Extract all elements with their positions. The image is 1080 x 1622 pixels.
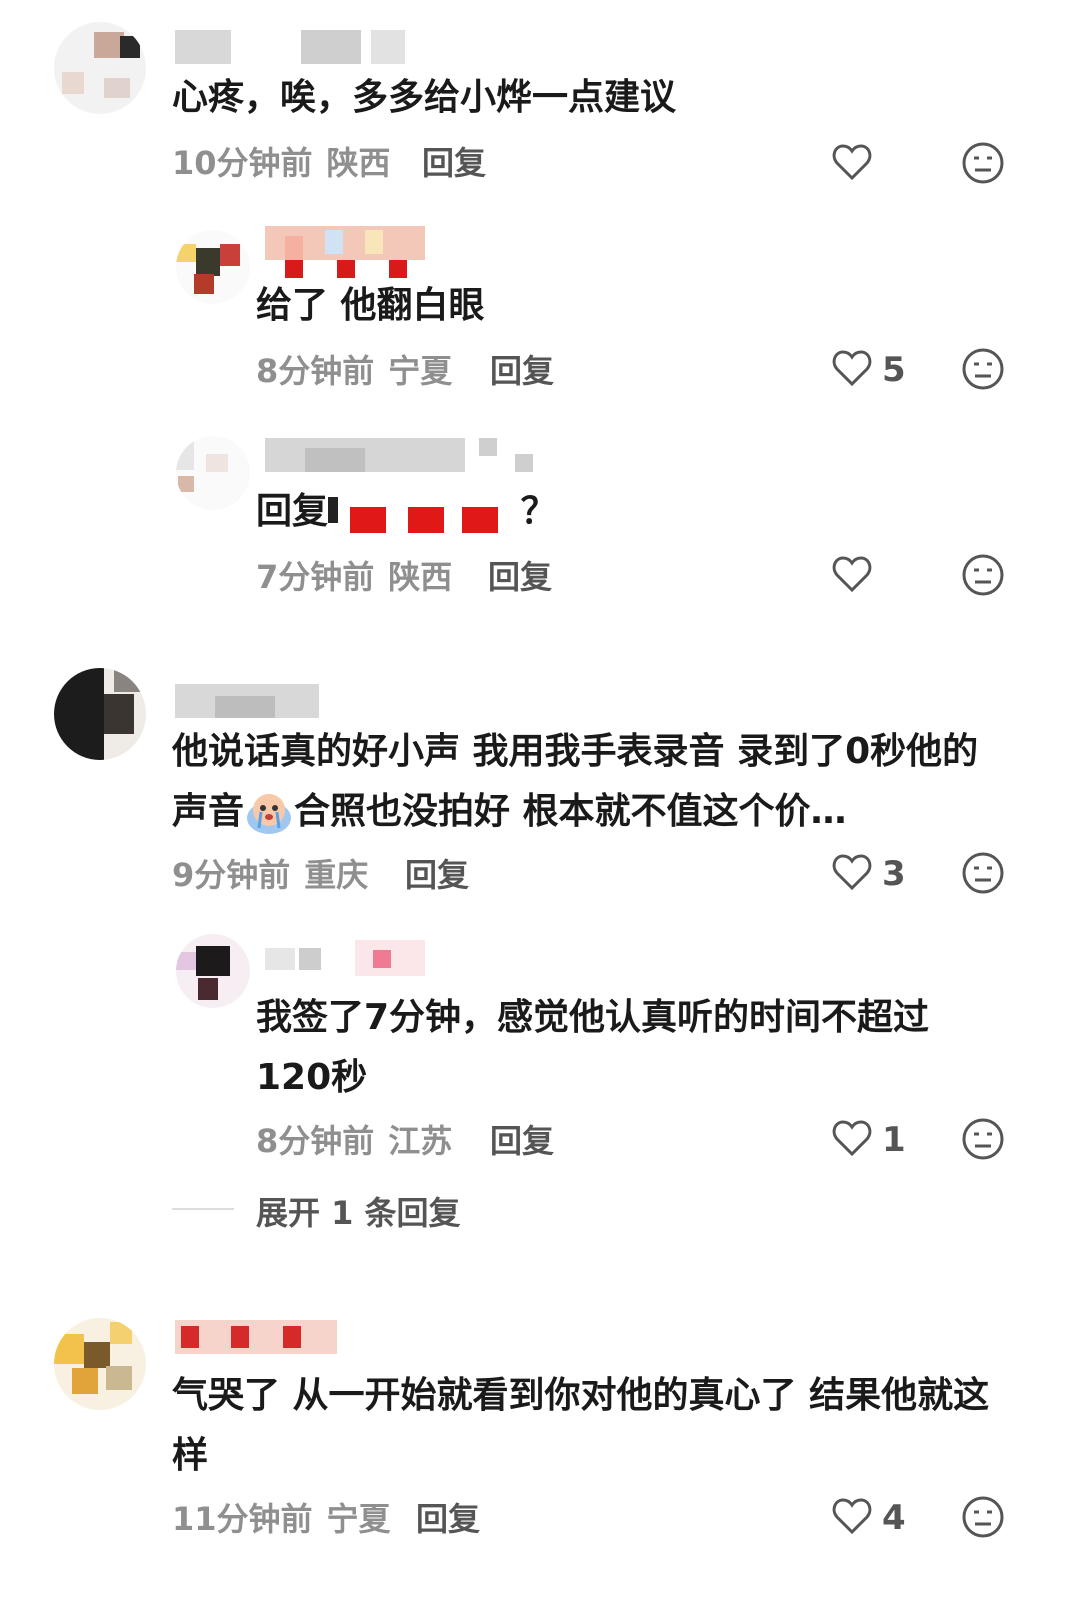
- avatar[interactable]: [54, 1318, 146, 1410]
- avatar[interactable]: [54, 22, 146, 114]
- like-button[interactable]: 3: [832, 850, 942, 900]
- comment-text: 我签了7分钟，感觉他认真听的时间不超过120秒: [256, 997, 930, 1098]
- like-button[interactable]: [832, 140, 942, 190]
- comment-text: 给了 他翻白眼: [256, 285, 485, 326]
- like-count: 5: [882, 350, 906, 390]
- reply-button[interactable]: 回复: [422, 138, 486, 184]
- comment-meta: 8分钟前 宁夏: [256, 346, 452, 392]
- heart-outline-icon: [832, 1120, 872, 1156]
- crying-face-emoji-icon: [247, 794, 292, 834]
- avatar[interactable]: [176, 934, 250, 1008]
- like-button[interactable]: 5: [832, 346, 942, 396]
- reply-button[interactable]: 回复: [490, 1116, 554, 1162]
- comment-text-suffix: ？: [520, 491, 557, 532]
- reply-button[interactable]: 回复: [488, 552, 552, 598]
- comment-meta: 10分钟前 陕西: [172, 138, 391, 184]
- comment-time: 8分钟前: [256, 1122, 375, 1160]
- heart-outline-icon: [832, 854, 872, 890]
- comment-meta: 9分钟前 重庆: [172, 850, 368, 896]
- redacted-mention[interactable]: [328, 493, 508, 533]
- heart-outline-icon: [832, 1498, 872, 1534]
- comment-location: 陕西: [388, 558, 453, 596]
- comment-location: 江苏: [388, 1122, 453, 1160]
- neutral-face-icon[interactable]: [960, 552, 1006, 598]
- neutral-face-icon[interactable]: [960, 1116, 1006, 1162]
- like-button[interactable]: 1: [832, 1116, 942, 1166]
- comment-text-part1: 他说话真的好小声 我用我手表录音 录到了0秒他的: [172, 731, 979, 772]
- comment-text-prefix: 回复: [256, 491, 329, 532]
- avatar[interactable]: [176, 230, 250, 304]
- neutral-face-icon[interactable]: [960, 850, 1006, 896]
- reply-button[interactable]: 回复: [490, 346, 554, 392]
- expand-divider: [172, 1208, 234, 1210]
- reply-button[interactable]: 回复: [405, 850, 469, 896]
- expand-replies-button[interactable]: 展开 1 条回复: [256, 1188, 461, 1234]
- username-redacted[interactable]: [175, 684, 325, 720]
- comment-time: 9分钟前: [172, 856, 291, 894]
- avatar[interactable]: [176, 436, 250, 510]
- comment-location: 宁夏: [388, 352, 453, 390]
- comment-text: 心疼，唉，多多给小烨一点建议: [172, 77, 677, 118]
- neutral-face-icon[interactable]: [960, 1494, 1006, 1540]
- comment-meta: 8分钟前 江苏: [256, 1116, 452, 1162]
- comment-time: 10分钟前: [172, 144, 313, 182]
- reply-button[interactable]: 回复: [416, 1494, 480, 1540]
- comment-text-part2: 声音: [172, 791, 245, 832]
- like-button[interactable]: [832, 552, 942, 602]
- avatar[interactable]: [54, 668, 146, 760]
- like-count: 3: [882, 854, 906, 894]
- username-redacted[interactable]: [265, 438, 545, 474]
- heart-outline-icon: [832, 556, 872, 592]
- username-redacted[interactable]: [175, 1320, 345, 1356]
- like-button[interactable]: 4: [832, 1494, 942, 1544]
- comment-location: 宁夏: [326, 1500, 391, 1538]
- comment-location: 重庆: [304, 856, 369, 894]
- username-redacted[interactable]: [175, 30, 415, 66]
- neutral-face-icon[interactable]: [960, 140, 1006, 186]
- neutral-face-icon[interactable]: [960, 346, 1006, 392]
- heart-outline-icon: [832, 350, 872, 386]
- username-redacted[interactable]: [265, 940, 445, 976]
- comment-time: 8分钟前: [256, 352, 375, 390]
- comment-text: 回复 ？: [256, 482, 1080, 542]
- comment-time: 11分钟前: [172, 1500, 313, 1538]
- comment-location: 陕西: [326, 144, 391, 182]
- comment-text-part3: 合照也没拍好 根本就不值这个价…: [294, 791, 847, 832]
- comment-meta: 7分钟前 陕西: [256, 552, 452, 598]
- comment-time: 7分钟前: [256, 558, 375, 596]
- heart-outline-icon: [832, 144, 872, 180]
- like-count: 4: [882, 1498, 906, 1538]
- username-redacted[interactable]: [265, 226, 435, 278]
- comment-meta: 11分钟前 宁夏: [172, 1494, 391, 1540]
- like-count: 1: [882, 1120, 906, 1160]
- comment-text: 他说话真的好小声 我用我手表录音 录到了0秒他的 声音 合照也没拍好 根本就不值这…: [172, 722, 1002, 842]
- comment-text: 气哭了 从一开始就看到你对他的真心了 结果他就这样: [172, 1375, 990, 1476]
